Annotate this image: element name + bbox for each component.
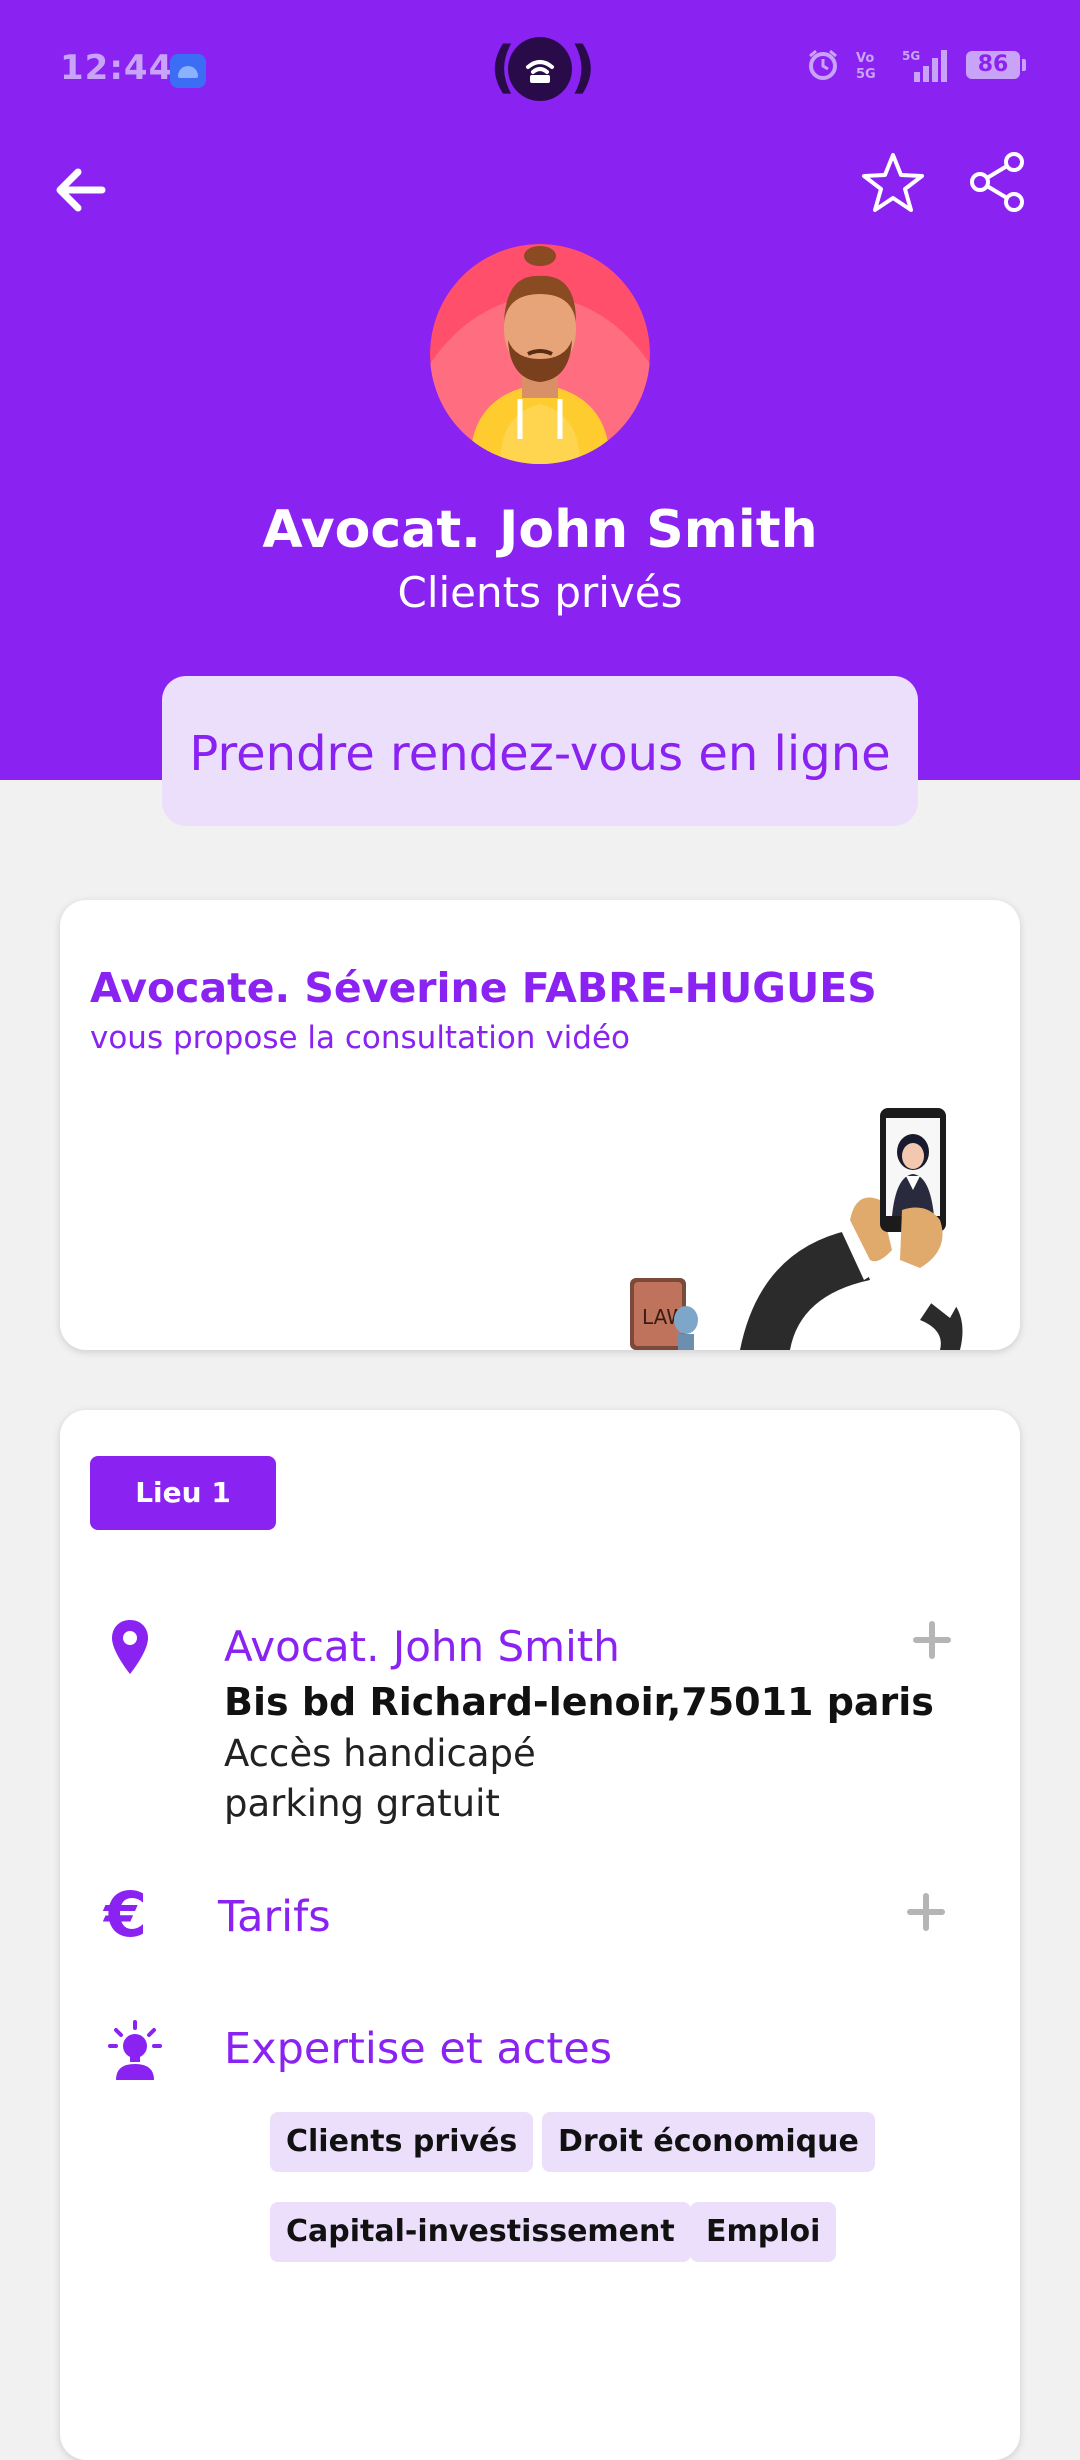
book-appointment-button[interactable]: Prendre rendez-vous en ligne bbox=[162, 676, 918, 826]
status-time: 12:44 bbox=[60, 48, 174, 88]
lightbulb-expert-icon bbox=[108, 2020, 162, 2080]
tarifs-label[interactable]: Tarifs bbox=[218, 1892, 331, 1942]
practice-info-card: Lieu 1 Avocat. John Smith Bis bd Richard… bbox=[60, 1410, 1020, 2460]
status-bar: 12:44 ( ) Vo 5G 5G 86 bbox=[0, 0, 1080, 140]
location-tab[interactable]: Lieu 1 bbox=[90, 1456, 276, 1530]
star-outline-icon bbox=[862, 153, 924, 212]
battery-icon: 86 bbox=[966, 51, 1026, 79]
video-consultation-card[interactable]: Avocate. Séverine FABRE-HUGUES vous prop… bbox=[60, 900, 1020, 1350]
expertise-tag[interactable]: Emploi bbox=[690, 2202, 837, 2262]
expertise-tag[interactable]: Droit économique bbox=[542, 2112, 875, 2172]
profile-name: Avocat. John Smith bbox=[262, 500, 818, 560]
avatar bbox=[430, 244, 650, 464]
svg-text:5G: 5G bbox=[856, 67, 876, 82]
signal-5g-icon: 5G bbox=[902, 49, 947, 82]
video-card-subtitle: vous propose la consultation vidéo bbox=[90, 1020, 630, 1056]
location-detail: Accès handicapé bbox=[224, 1732, 536, 1775]
location-detail: parking gratuit bbox=[224, 1782, 500, 1825]
arrow-left-icon bbox=[56, 168, 106, 212]
expand-location-plus-icon[interactable] bbox=[912, 1620, 952, 1660]
profile-subtitle: Clients privés bbox=[397, 568, 683, 617]
expand-tarifs-plus-icon[interactable] bbox=[906, 1892, 946, 1932]
favorite-button[interactable] bbox=[860, 150, 926, 216]
euro-icon: € bbox=[104, 1878, 148, 1951]
location-address: Bis bd Richard-lenoir,75011 paris bbox=[224, 1680, 934, 1724]
volte-icon: Vo 5G bbox=[856, 51, 876, 82]
alarm-icon bbox=[809, 49, 837, 80]
share-icon bbox=[970, 152, 1024, 212]
android-notification-icon bbox=[170, 54, 206, 88]
hotspot-indicator-icon: ( ) bbox=[490, 35, 596, 101]
share-button[interactable] bbox=[968, 152, 1026, 212]
status-icons: Vo 5G 5G 86 bbox=[806, 48, 1026, 82]
location-name: Avocat. John Smith bbox=[224, 1622, 620, 1671]
back-button[interactable] bbox=[50, 160, 110, 220]
svg-text:5G: 5G bbox=[902, 49, 920, 63]
expertise-tag[interactable]: Capital-investissement bbox=[270, 2202, 691, 2262]
svg-text:Vo: Vo bbox=[856, 51, 874, 66]
expertise-title: Expertise et actes bbox=[224, 2024, 613, 2074]
map-pin-icon bbox=[112, 1620, 148, 1674]
expertise-tag[interactable]: Clients privés bbox=[270, 2112, 534, 2172]
video-card-title: Avocate. Séverine FABRE-HUGUES bbox=[90, 964, 877, 1012]
video-call-illustration: LAW bbox=[630, 1108, 963, 1350]
